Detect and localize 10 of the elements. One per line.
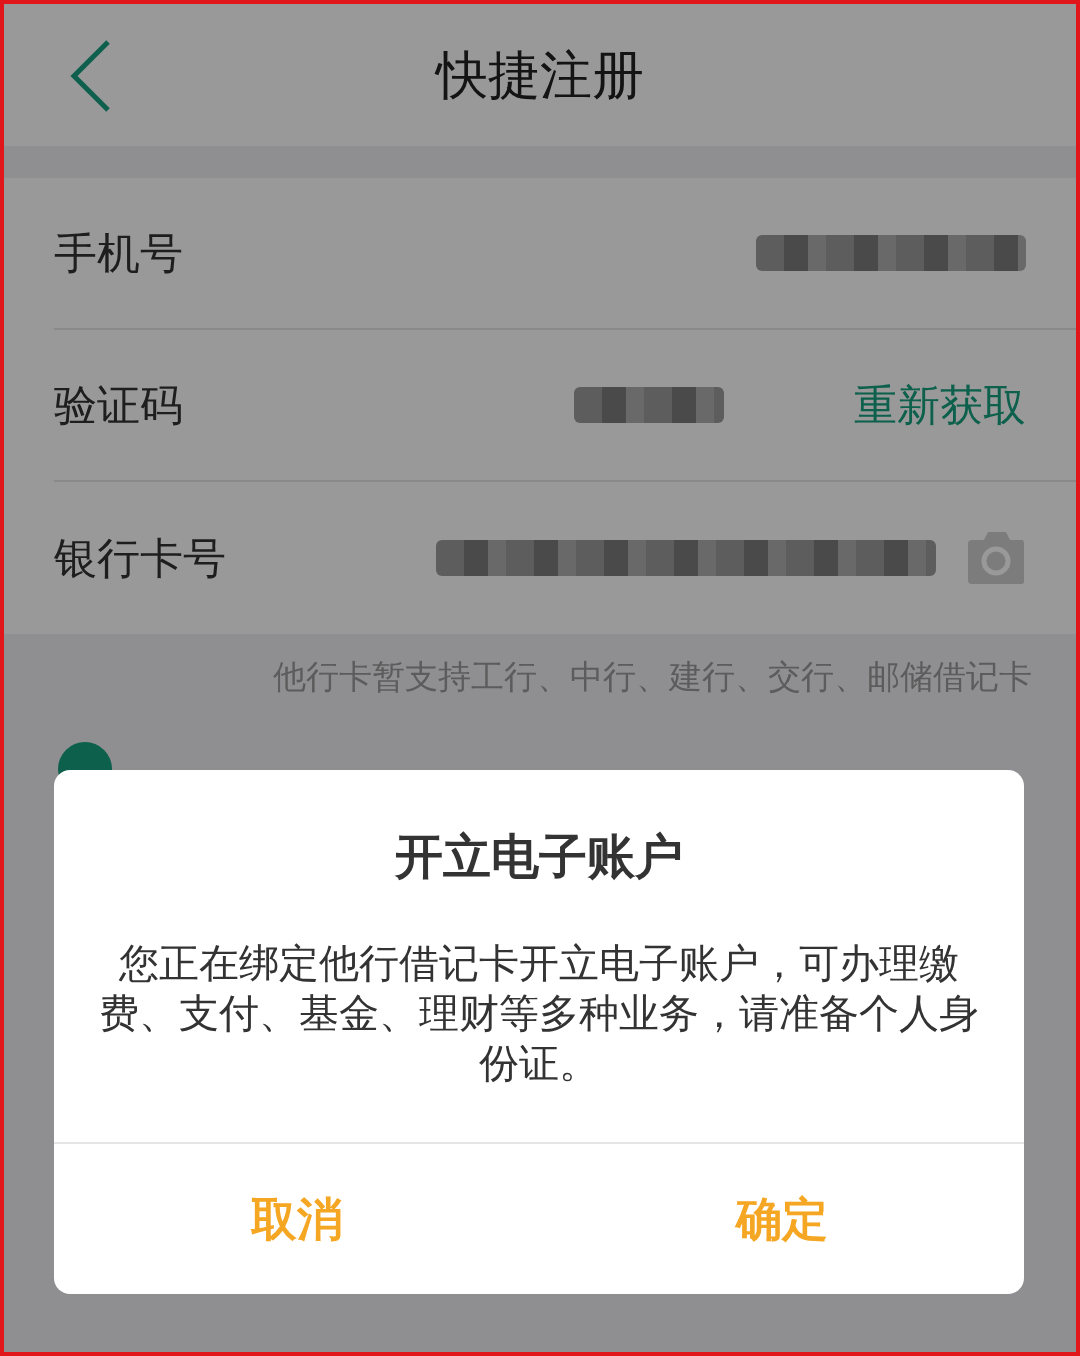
dialog-title: 开立电子账户	[395, 827, 683, 886]
camera-icon[interactable]	[966, 530, 1026, 586]
dialog-button[interactable]: 取消	[54, 1144, 539, 1294]
field-label: 手机号	[54, 226, 184, 280]
dialog-message: 您正在绑定他行借记卡开立电子账户，可办理缴费、支付、基金、理财等多种业务，请准备个人身份证。	[98, 939, 980, 1088]
resend-code-link[interactable]: 重新获取	[854, 372, 1026, 438]
field-label: 验证码	[54, 378, 184, 432]
field-label: 银行卡号	[54, 531, 227, 585]
page-title: 快捷注册	[436, 44, 644, 107]
dialog-button[interactable]: 确定	[539, 1144, 1024, 1294]
